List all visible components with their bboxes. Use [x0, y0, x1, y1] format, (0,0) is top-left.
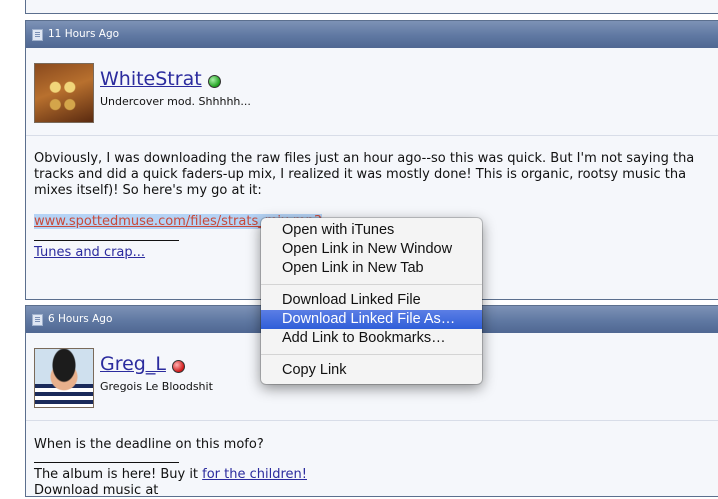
signature-divider — [34, 453, 179, 463]
post-timestamp: 6 Hours Ago — [48, 313, 113, 325]
menu-item-open-link-new-window[interactable]: Open Link in New Window — [261, 240, 482, 259]
menu-item-download-linked-file-as[interactable]: Download Linked File As… — [261, 310, 482, 329]
previous-post-fragment — [25, 0, 718, 14]
signature-link[interactable]: Tunes and crap... — [34, 245, 145, 260]
menu-item-open-with-itunes[interactable]: Open with iTunes — [261, 221, 482, 240]
menu-separator — [261, 354, 482, 355]
body-line: mixes itself)! So here's my go at it: — [34, 183, 262, 198]
post-icon — [32, 28, 43, 41]
username[interactable]: Greg_L — [100, 353, 166, 375]
post-body: When is the deadline on this mofo? The a… — [26, 421, 718, 499]
body-line: When is the deadline on this mofo? — [34, 437, 264, 452]
menu-item-download-linked-file[interactable]: Download Linked File — [261, 291, 482, 310]
username-link[interactable]: Greg_L — [100, 353, 185, 375]
menu-separator — [261, 284, 482, 285]
user-title: Gregois Le Bloodshit — [100, 380, 213, 393]
post-header: 11 Hours Ago — [26, 21, 718, 48]
signature-link[interactable]: for the children! — [202, 467, 307, 482]
menu-item-add-link-to-bookmarks[interactable]: Add Link to Bookmarks… — [261, 329, 482, 348]
username-link[interactable]: WhiteStrat — [100, 68, 221, 90]
body-line-cut: Download music at — [34, 483, 159, 498]
online-status-icon — [207, 74, 221, 88]
menu-item-copy-link[interactable]: Copy Link — [261, 361, 482, 380]
body-line: Obviously, I was downloading the raw fil… — [34, 151, 695, 166]
user-title: Undercover mod. Shhhhh... — [100, 95, 251, 108]
body-line: tracks and did a quick faders-up mix, I … — [34, 167, 687, 182]
context-menu: Open with iTunes Open Link in New Window… — [261, 218, 482, 384]
username[interactable]: WhiteStrat — [100, 68, 202, 90]
avatar[interactable] — [34, 348, 94, 408]
signature-text: The album is here! Buy it — [34, 467, 203, 482]
menu-item-open-link-new-tab[interactable]: Open Link in New Tab — [261, 259, 482, 278]
avatar[interactable] — [34, 63, 94, 123]
offline-status-icon — [171, 359, 185, 373]
signature-divider — [34, 230, 179, 241]
post-icon — [32, 313, 43, 326]
user-info: WhiteStrat Undercover mod. Shhhhh... — [26, 48, 718, 136]
post-timestamp: 11 Hours Ago — [48, 28, 120, 40]
